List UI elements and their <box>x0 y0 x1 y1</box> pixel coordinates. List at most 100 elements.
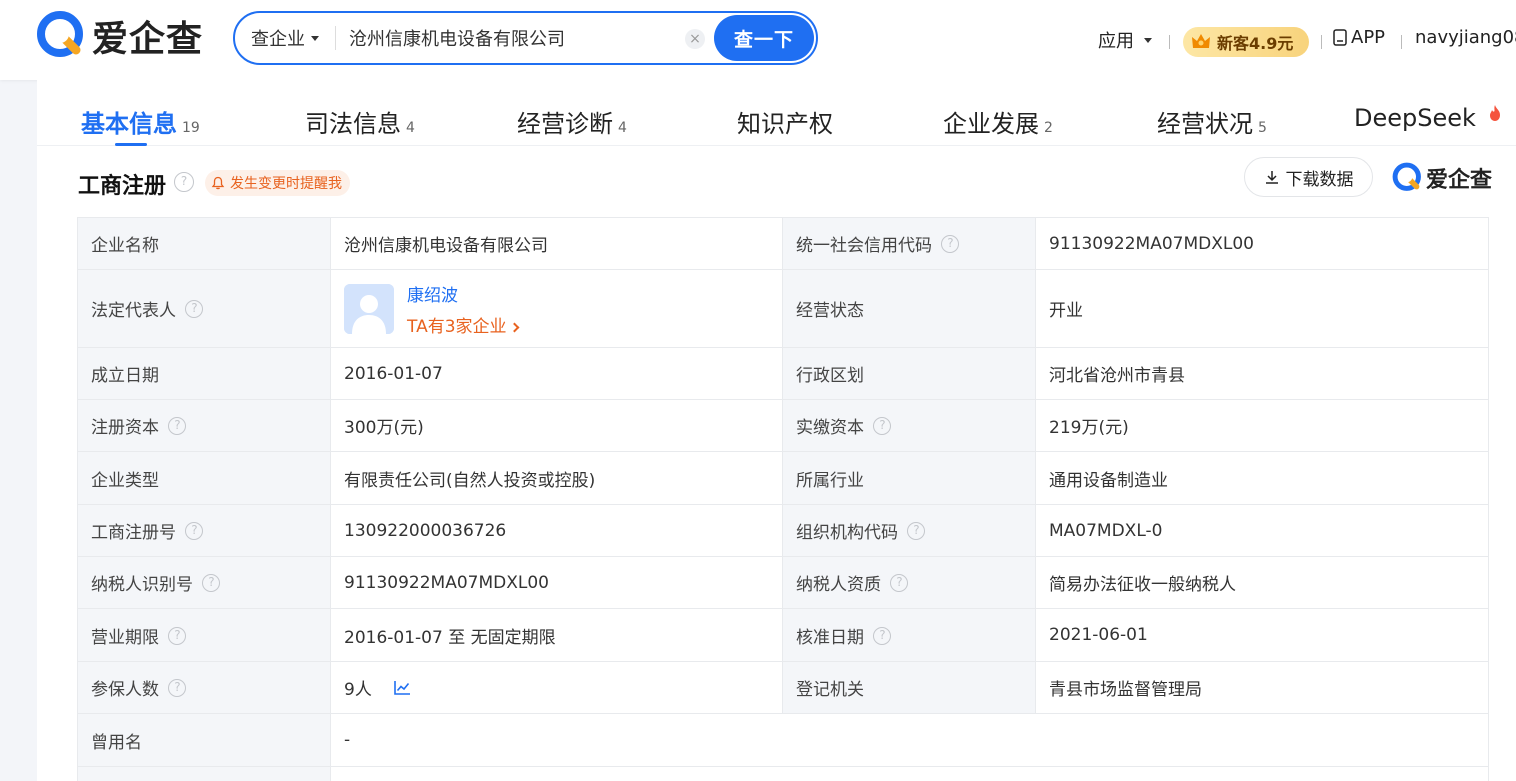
insured-label-cell: 参保人数 ? <box>77 661 331 714</box>
download-data-button[interactable]: 下载数据 <box>1244 157 1373 197</box>
status-label: 经营状态 <box>782 269 1036 348</box>
help-icon[interactable]: ? <box>168 626 187 645</box>
tab-intellectual-property[interactable]: 知识产权 <box>737 104 833 139</box>
legal-rep-name-link[interactable]: 康绍波 <box>407 281 518 306</box>
paid-capital-label: 实缴资本 <box>796 418 864 438</box>
header-divider <box>1401 35 1402 49</box>
apps-menu[interactable]: 应用 <box>1098 27 1152 53</box>
tab-judicial-info[interactable]: 司法信息 4 <box>305 104 415 139</box>
help-icon[interactable]: ? <box>202 574 221 592</box>
brand-logo[interactable]: 爱企查 <box>36 10 203 62</box>
reg-no-value: 130922000036726 <box>330 504 783 557</box>
legal-rep-label-cell: 法定代表人 ? <box>77 269 331 348</box>
magnifier-logo-icon <box>37 11 83 57</box>
tab-count: 5 <box>1258 120 1267 136</box>
table-row <box>77 766 1489 781</box>
search-button[interactable]: 查一下 <box>714 15 814 61</box>
founded-value: 2016-01-07 <box>330 347 783 400</box>
tab-label: DeepSeek <box>1354 104 1476 132</box>
term-label: 营业期限 <box>91 627 159 648</box>
search-type-select[interactable]: 查企业 <box>235 13 319 63</box>
header-divider <box>1169 35 1170 49</box>
paid-capital-value: 219万(元) <box>1035 399 1489 452</box>
tab-enterprise-development[interactable]: 企业发展 2 <box>943 104 1053 139</box>
tab-count: 4 <box>618 120 627 136</box>
tab-label: 司法信息 <box>305 110 401 138</box>
tab-label: 知识产权 <box>737 110 833 138</box>
phone-icon <box>1333 29 1347 46</box>
tab-label: 经营诊断 <box>517 110 613 138</box>
taxpayer-id-label-cell: 纳税人识别号 ? <box>77 556 331 609</box>
table-row: 参保人数 ? 9人 登记机关 青县市场监督管理局 <box>77 661 1489 714</box>
tab-deepseek[interactable]: DeepSeek <box>1354 104 1502 132</box>
taxpayer-qual-value: 简易办法征收一般纳税人 <box>1035 556 1489 609</box>
table-row: 成立日期 2016-01-07 行政区划 河北省沧州市青县 <box>77 347 1489 400</box>
taxpayer-id-label: 纳税人识别号 <box>91 575 193 595</box>
new-customer-promo[interactable]: 新客4.9元 <box>1183 27 1309 57</box>
header-divider <box>1321 35 1322 49</box>
help-icon[interactable]: ? <box>873 417 892 435</box>
caret-down-icon <box>311 35 319 41</box>
logo-text: 爱企查 <box>92 19 204 60</box>
table-row: 工商注册号 ? 130922000036726 组织机构代码 ? MA07MDX… <box>77 504 1489 557</box>
insured-value: 9人 <box>344 680 372 700</box>
promo-label: 新客4.9元 <box>1217 34 1294 53</box>
user-name[interactable]: navyjiang08. <box>1415 27 1516 48</box>
brand-watermark: 爱企查 <box>1392 162 1492 194</box>
industry-label: 所属行业 <box>782 451 1036 505</box>
founded-label: 成立日期 <box>77 347 331 400</box>
table-row: 纳税人识别号 ? 91130922MA07MDXL00 纳税人资质 ? 简易办法… <box>77 556 1489 609</box>
credit-code-label: 统一社会信用代码 <box>796 236 932 256</box>
tab-count: 2 <box>1044 120 1053 136</box>
active-tab-indicator <box>115 143 147 146</box>
help-icon[interactable]: ? <box>185 522 204 540</box>
table-row: 企业类型 有限责任公司(自然人投资或控股) 所属行业 通用设备制造业 <box>77 451 1489 505</box>
table-row: 注册资本 ? 300万(元) 实缴资本 ? 219万(元) <box>77 399 1489 452</box>
help-icon[interactable]: ? <box>873 626 892 645</box>
chevron-right-icon <box>509 322 519 332</box>
reg-no-label-cell: 工商注册号 ? <box>77 504 331 557</box>
company-detail-card: 基本信息 19 司法信息 4 经营诊断 4 知识产权 企业发展 2 经营状况 5 Deep… <box>37 80 1516 781</box>
taxpayer-id-value: 91130922MA07MDXL00 <box>330 556 783 609</box>
tab-operating-status[interactable]: 经营状况 5 <box>1157 104 1267 139</box>
org-code-value: MA07MDXL-0 <box>1035 504 1489 557</box>
help-icon[interactable]: ? <box>174 172 194 192</box>
tab-label: 基本信息 <box>81 110 177 138</box>
help-icon[interactable]: ? <box>168 417 187 435</box>
avatar[interactable] <box>344 283 394 334</box>
chevron-down-icon <box>1144 37 1152 43</box>
help-icon[interactable]: ? <box>941 235 960 253</box>
search-type-label: 查企业 <box>251 29 305 50</box>
status-value: 开业 <box>1035 269 1489 348</box>
legal-rep-label: 法定代表人 <box>91 301 176 321</box>
person-icon <box>344 283 394 334</box>
clear-icon[interactable]: × <box>685 29 705 49</box>
reg-capital-value: 300万(元) <box>330 399 783 452</box>
help-icon[interactable]: ? <box>168 679 187 697</box>
tab-count: 4 <box>406 120 415 136</box>
help-icon[interactable]: ? <box>890 574 909 592</box>
company-name-label: 企业名称 <box>77 217 331 270</box>
app-download-link[interactable]: APP <box>1333 27 1385 48</box>
help-icon[interactable]: ? <box>907 522 926 540</box>
trend-chart-icon[interactable] <box>393 680 411 696</box>
magnifier-logo-icon <box>1392 162 1421 191</box>
tab-operation-diagnosis[interactable]: 经营诊断 4 <box>517 104 627 139</box>
table-cell <box>330 766 1489 781</box>
reg-no-label: 工商注册号 <box>91 523 176 543</box>
table-row: 营业期限 ? 2016-01-07 至 无固定期限 核准日期 ? 2021-06… <box>77 608 1489 662</box>
section-title: 工商注册 <box>78 174 167 199</box>
table-row: 法定代表人 ? 康绍波 TA有3家企业 经营状态 开业 <box>77 269 1489 348</box>
table-row: 企业名称 沧州信康机电设备有限公司 统一社会信用代码 ? 91130922MA0… <box>77 217 1489 270</box>
help-icon[interactable]: ? <box>185 300 204 318</box>
tab-basic-info[interactable]: 基本信息 19 <box>81 104 200 139</box>
paid-capital-label-cell: 实缴资本 ? <box>782 399 1036 452</box>
legal-rep-cell: 康绍波 TA有3家企业 <box>330 269 783 348</box>
change-reminder-button[interactable]: 发生变更时提醒我 <box>205 170 350 196</box>
taxpayer-qual-label: 纳税人资质 <box>796 575 881 595</box>
search-input[interactable] <box>349 27 669 49</box>
fire-icon <box>1489 105 1500 121</box>
top-header: 爱企查 查企业 × 查一下 应用 新客4.9元 APP navyjiang08. <box>0 0 1516 80</box>
legal-rep-companies-label: TA有3家企业 <box>407 316 507 337</box>
legal-rep-companies-link[interactable]: TA有3家企业 <box>407 312 519 337</box>
